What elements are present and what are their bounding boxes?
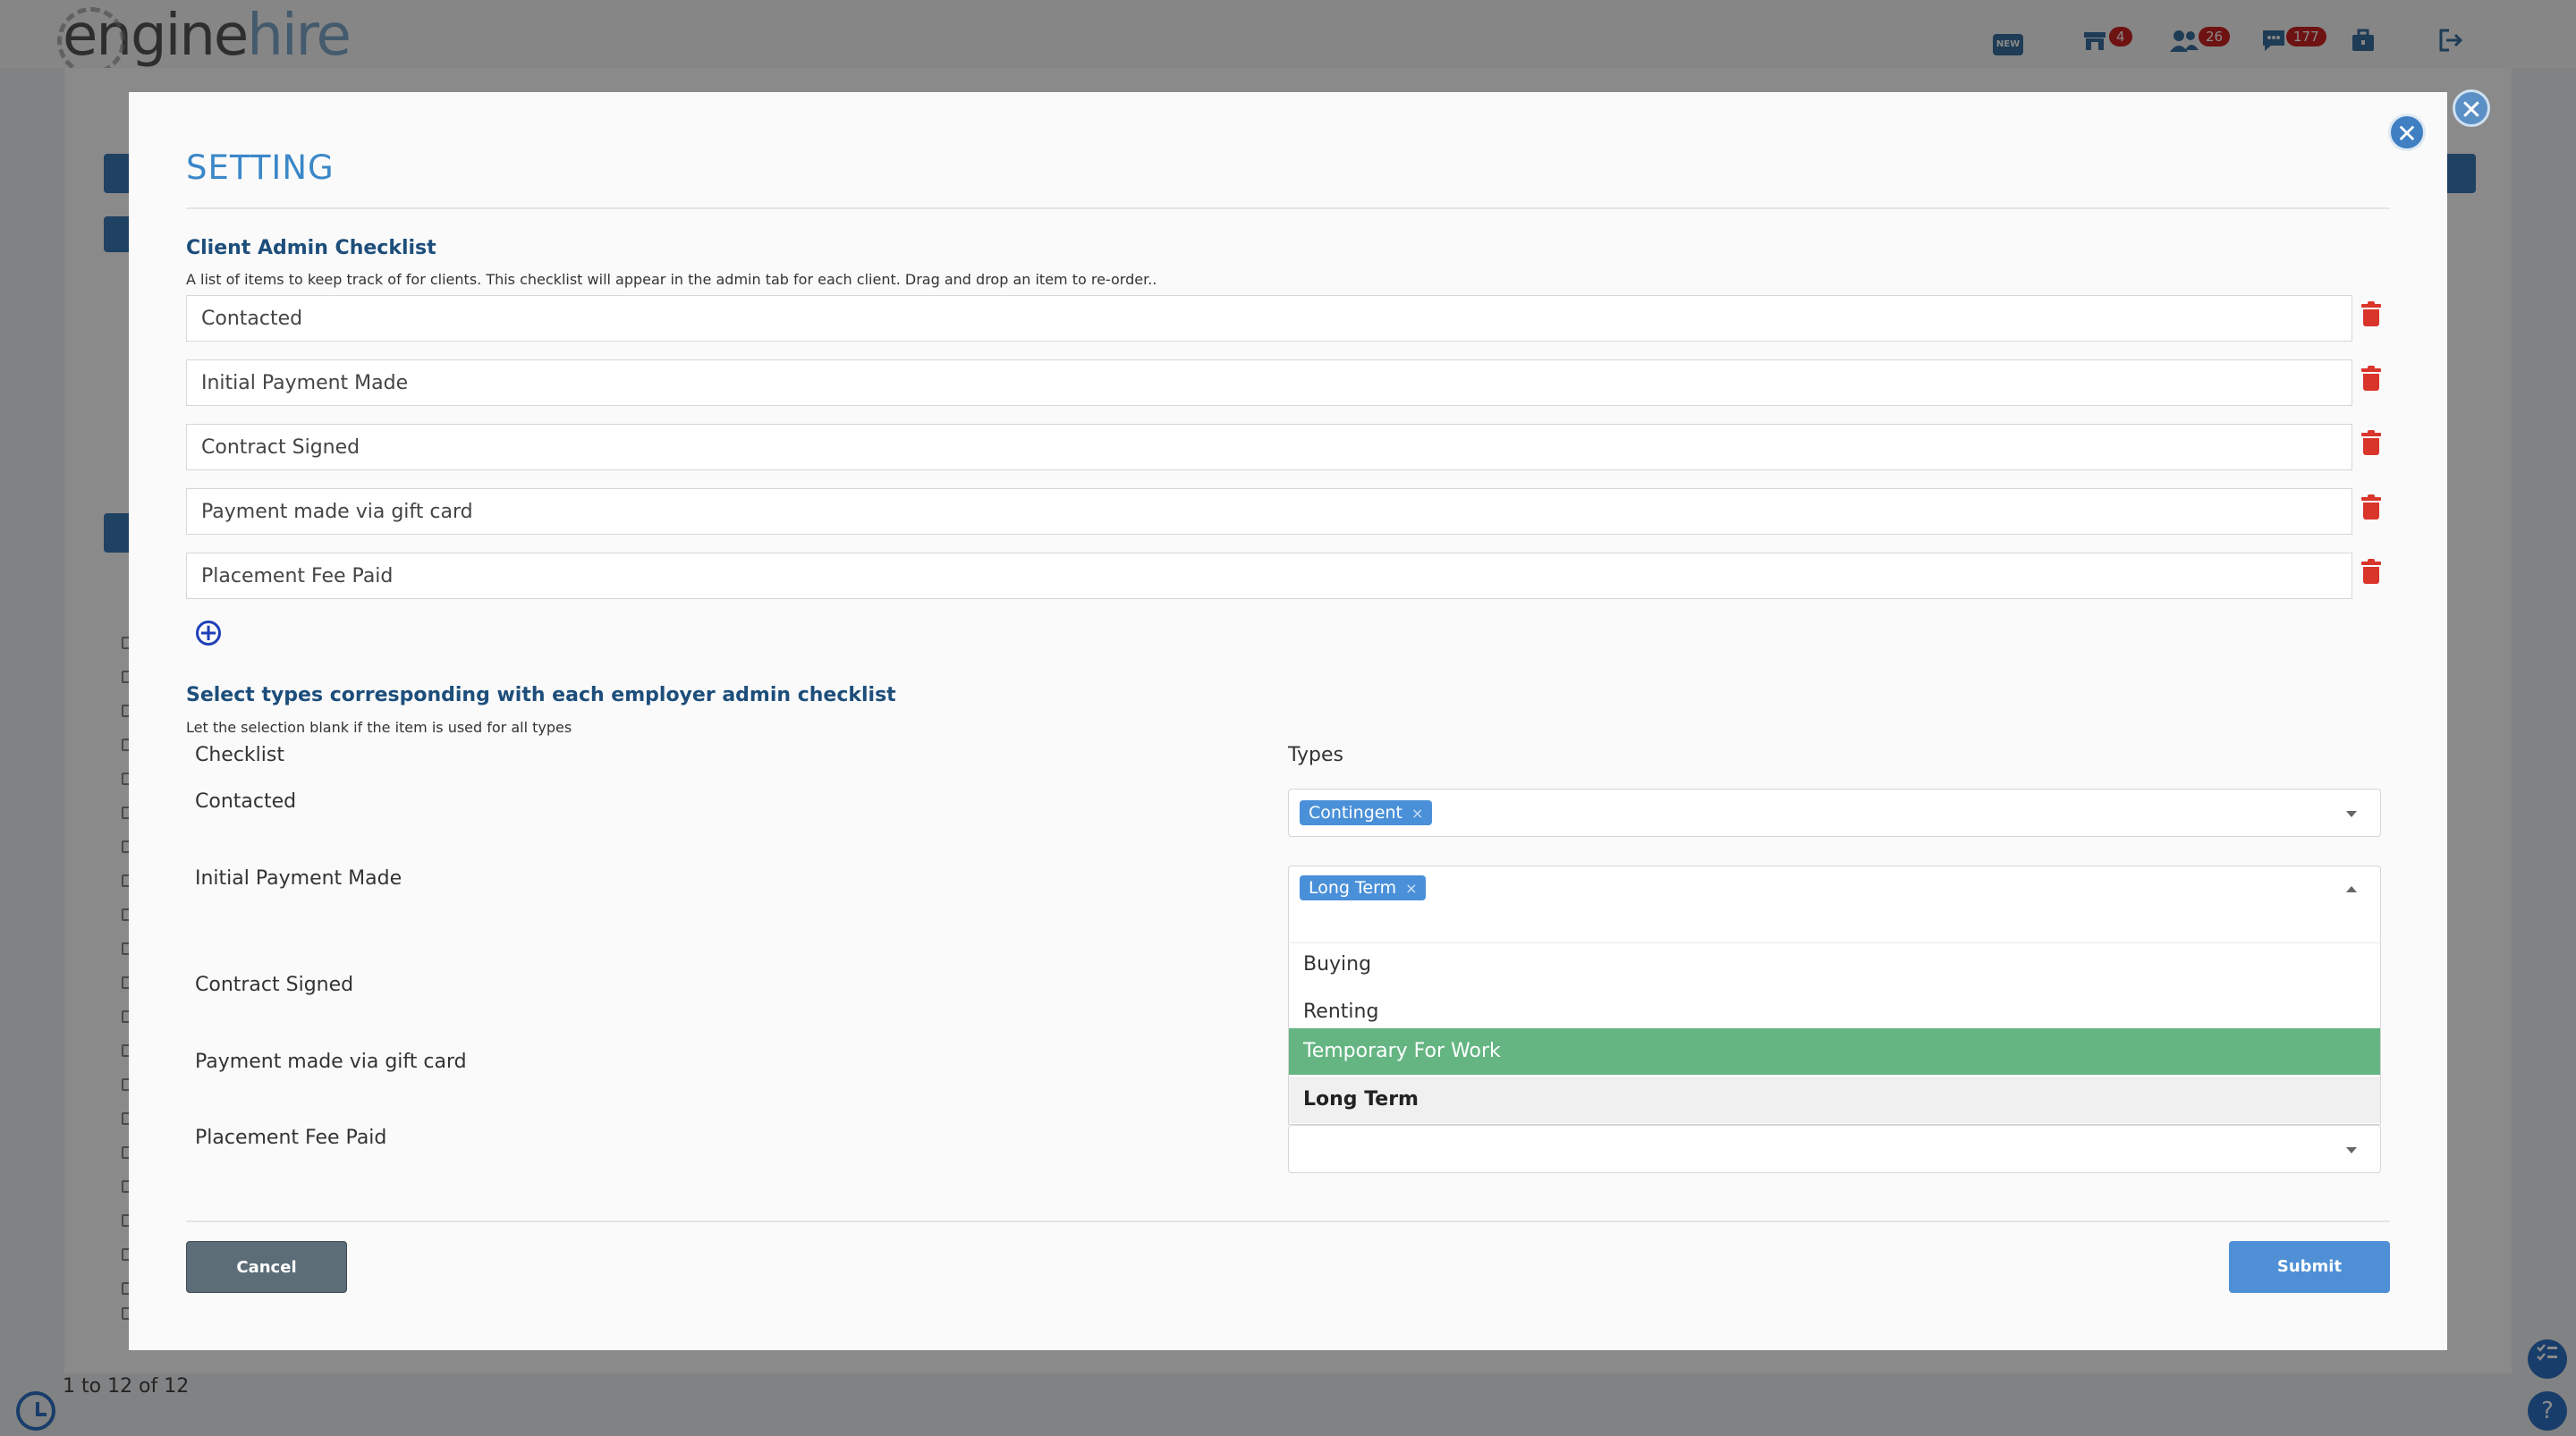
trash-icon[interactable] [2361,559,2381,585]
types-section-title: Select types corresponding with each emp… [186,684,896,706]
types-column-header: Types [1288,744,1343,766]
type-row-label: Contacted [195,790,297,813]
submit-button[interactable]: Submit [2229,1241,2390,1293]
types-select[interactable] [1288,1125,2381,1173]
checklist-section-title: Client Admin Checklist [186,237,436,259]
type-chip[interactable]: Long Term × [1300,875,1427,900]
dropdown-option-highlighted[interactable]: Temporary For Work [1289,1028,2380,1075]
checklist-item-input[interactable] [186,359,2352,406]
chevron-down-icon[interactable] [2346,1147,2357,1153]
chip-remove-icon[interactable]: × [1411,805,1423,822]
checklist-item-input[interactable] [186,424,2352,470]
types-select[interactable]: Contingent × [1288,789,2381,837]
dropdown-option-selected[interactable]: Long Term [1289,1077,2380,1123]
trash-icon[interactable] [2361,301,2381,327]
modal-title: SETTING [186,148,335,187]
types-hint: Let the selection blank if the item is u… [186,719,572,736]
checklist-column-header: Checklist [195,744,284,766]
cancel-button[interactable]: Cancel [186,1241,347,1293]
trash-icon[interactable] [2361,494,2381,520]
type-row-label: Payment made via gift card [195,1051,467,1073]
title-divider [186,207,2390,209]
plus-circle-icon[interactable]: + [196,621,221,646]
type-row-label: Initial Payment Made [195,867,402,890]
checklist-item-input[interactable] [186,488,2352,535]
types-dropdown: Buying Renting Temporary For Work Long T… [1288,942,2381,1125]
type-row-label: Contract Signed [195,974,354,996]
outer-close-icon[interactable]: ✕ [2453,89,2490,127]
types-select-open[interactable]: Long Term × [1288,866,2381,944]
trash-icon[interactable] [2361,366,2381,392]
chevron-down-icon[interactable] [2346,811,2357,817]
type-chip[interactable]: Contingent × [1300,800,1433,825]
footer-divider [186,1221,2390,1222]
dropdown-option[interactable]: Buying [1289,942,2380,988]
checklist-item-input[interactable] [186,553,2352,599]
chevron-up-icon[interactable] [2346,886,2357,892]
trash-icon[interactable] [2361,430,2381,456]
close-icon[interactable]: ✕ [2388,114,2426,151]
type-row-label: Placement Fee Paid [195,1127,387,1149]
checklist-item-input[interactable] [186,295,2352,342]
checklist-hint: A list of items to keep track of for cli… [186,271,1157,288]
chip-remove-icon[interactable]: × [1405,880,1417,897]
